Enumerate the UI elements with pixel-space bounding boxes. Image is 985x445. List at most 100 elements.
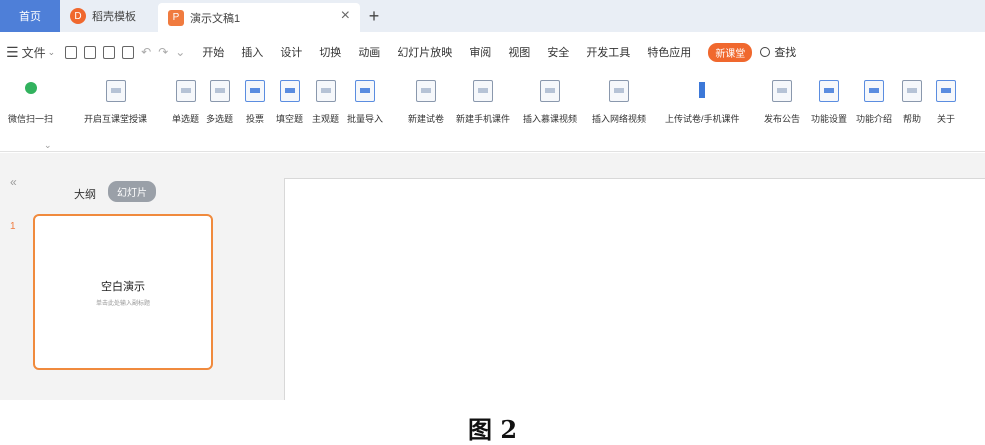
- tab-templates-label: 稻壳模板: [92, 11, 136, 23]
- multiple-choice-label: 多选题: [206, 114, 234, 124]
- insert-mooc-video-button[interactable]: 插入慕课视频: [523, 80, 577, 125]
- vote-label: 投票: [245, 114, 264, 124]
- feature-settings-label: 功能设置: [811, 114, 848, 124]
- menu-design[interactable]: 设计: [280, 44, 302, 60]
- quick-access-toolbar: ↶ ↷ ⌄: [65, 45, 192, 59]
- text-box-icon: [279, 80, 300, 102]
- help-icon: [902, 80, 922, 102]
- print-icon[interactable]: [103, 45, 116, 59]
- undo-icon[interactable]: ↶: [141, 45, 151, 59]
- search-label: 查找: [774, 47, 797, 59]
- wechat-scan-button[interactable]: 微信扫一扫: [8, 80, 53, 125]
- book-icon: [936, 80, 956, 102]
- ribbon-more-indicator: ⌄: [44, 140, 52, 150]
- vote-button[interactable]: 投票: [245, 80, 265, 125]
- about-label: 关于: [936, 114, 955, 124]
- wechat-scan-label: 微信扫一扫: [8, 114, 54, 124]
- subjective-question-button[interactable]: 主观题: [312, 80, 339, 125]
- insert-web-video-label: 插入网络视频: [592, 114, 647, 124]
- export-pdf-icon[interactable]: [84, 45, 97, 59]
- figure-caption: 图 2: [467, 415, 518, 444]
- menu-animation[interactable]: 动画: [358, 44, 380, 60]
- menu-view[interactable]: 视图: [508, 44, 530, 60]
- subjective-question-icon: [315, 80, 336, 102]
- batch-import-label: 批量导入: [347, 114, 384, 124]
- new-exam-label: 新建试卷: [408, 114, 445, 124]
- customize-toolbar-icon[interactable]: ⌄: [175, 45, 185, 59]
- web-video-icon: [609, 80, 629, 102]
- publish-notice-button[interactable]: 发布公告: [764, 80, 800, 125]
- upload-arrow-icon: [692, 80, 712, 102]
- tab-slides[interactable]: 幻灯片: [108, 181, 156, 202]
- menu-security[interactable]: 安全: [547, 44, 569, 60]
- publish-notice-label: 发布公告: [764, 114, 801, 124]
- presentation-file-icon: P: [168, 9, 184, 26]
- upload-courseware-button[interactable]: 上传试卷/手机课件: [665, 80, 740, 125]
- collapse-pane-icon[interactable]: «: [10, 175, 17, 189]
- bar-chart-icon: [245, 80, 265, 102]
- single-choice-button[interactable]: 单选题: [172, 80, 199, 125]
- feature-intro-icon: [864, 80, 884, 102]
- insert-web-video-button[interactable]: 插入网络视频: [592, 80, 646, 125]
- tab-document[interactable]: P 演示文稿1 ×: [158, 3, 360, 32]
- close-tab-icon[interactable]: ×: [341, 7, 350, 25]
- multiple-choice-icon: [209, 80, 230, 102]
- chevron-down-icon: ⌄: [47, 46, 56, 57]
- menu-bar: ☰ 文件 ⌄ ↶ ↷ ⌄ 开始 插入 设计 切换 动画 幻灯片放映 审阅 视图 …: [0, 32, 985, 72]
- mobile-courseware-icon: [473, 80, 493, 102]
- new-exam-icon: [416, 80, 436, 102]
- notice-icon: [772, 80, 792, 102]
- editing-area: [218, 153, 985, 400]
- redo-icon[interactable]: ↷: [158, 45, 168, 59]
- tab-outline[interactable]: 大纲: [74, 186, 96, 202]
- insert-mooc-video-label: 插入慕课视频: [523, 114, 578, 124]
- import-icon: [355, 80, 375, 102]
- subjective-question-label: 主观题: [312, 114, 340, 124]
- batch-import-button[interactable]: 批量导入: [347, 80, 383, 125]
- settings-icon: [819, 80, 839, 102]
- upload-courseware-label: 上传试卷/手机课件: [665, 114, 740, 124]
- hamburger-icon: ☰: [6, 43, 19, 60]
- tab-document-label: 演示文稿1: [190, 12, 241, 25]
- fill-blank-button[interactable]: 填空题: [276, 80, 303, 125]
- single-choice-label: 单选题: [172, 114, 200, 124]
- tab-home[interactable]: 首页: [0, 0, 60, 32]
- tab-templates[interactable]: D 稻壳模板: [60, 0, 158, 32]
- file-menu[interactable]: ☰ 文件 ⌄: [6, 44, 55, 61]
- mooc-video-icon: [540, 80, 560, 102]
- menu-start[interactable]: 开始: [202, 44, 224, 60]
- slide-navigation-pane: « 大纲 幻灯片 1 空白演示 单击此处输入副标题: [0, 153, 218, 400]
- slide-thumbnail[interactable]: 空白演示 单击此处输入副标题: [33, 214, 213, 370]
- slide-canvas[interactable]: [284, 178, 985, 400]
- new-exam-button[interactable]: 新建试卷: [408, 80, 444, 125]
- menu-features[interactable]: 特色应用: [647, 44, 691, 60]
- about-button[interactable]: 关于: [936, 80, 956, 125]
- menu-review[interactable]: 审阅: [469, 44, 491, 60]
- menu-new-classroom[interactable]: 新课堂: [708, 42, 753, 62]
- file-menu-label: 文件: [21, 45, 46, 60]
- search-icon: [760, 47, 771, 57]
- help-label: 帮助: [902, 114, 921, 124]
- ribbon-toolbar: 微信扫一扫 开启互课堂授课 单选题 多选题 投票 填空题 主观题 批量导入 新建…: [0, 72, 985, 152]
- menu-slideshow[interactable]: 幻灯片放映: [397, 44, 452, 60]
- feature-settings-button[interactable]: 功能设置: [811, 80, 847, 125]
- help-button[interactable]: 帮助: [902, 80, 922, 125]
- docer-logo-icon: D: [70, 8, 86, 24]
- start-class-button[interactable]: 开启互课堂授课: [84, 80, 147, 125]
- new-tab-button[interactable]: +: [360, 0, 388, 32]
- feature-intro-label: 功能介绍: [856, 114, 893, 124]
- wechat-icon: [21, 80, 41, 102]
- menu-transition[interactable]: 切换: [319, 44, 341, 60]
- start-class-label: 开启互课堂授课: [84, 114, 148, 124]
- new-mobile-courseware-label: 新建手机课件: [456, 114, 511, 124]
- new-mobile-courseware-button[interactable]: 新建手机课件: [456, 80, 510, 125]
- feature-intro-button[interactable]: 功能介绍: [856, 80, 892, 125]
- menu-developer[interactable]: 开发工具: [586, 44, 630, 60]
- menu-insert[interactable]: 插入: [241, 44, 263, 60]
- print-preview-icon[interactable]: [122, 45, 135, 59]
- multiple-choice-button[interactable]: 多选题: [206, 80, 233, 125]
- search-button[interactable]: 查找: [760, 44, 796, 60]
- save-icon[interactable]: [65, 45, 78, 59]
- thumbnail-title: 空白演示: [101, 280, 145, 293]
- start-class-icon: [105, 80, 126, 102]
